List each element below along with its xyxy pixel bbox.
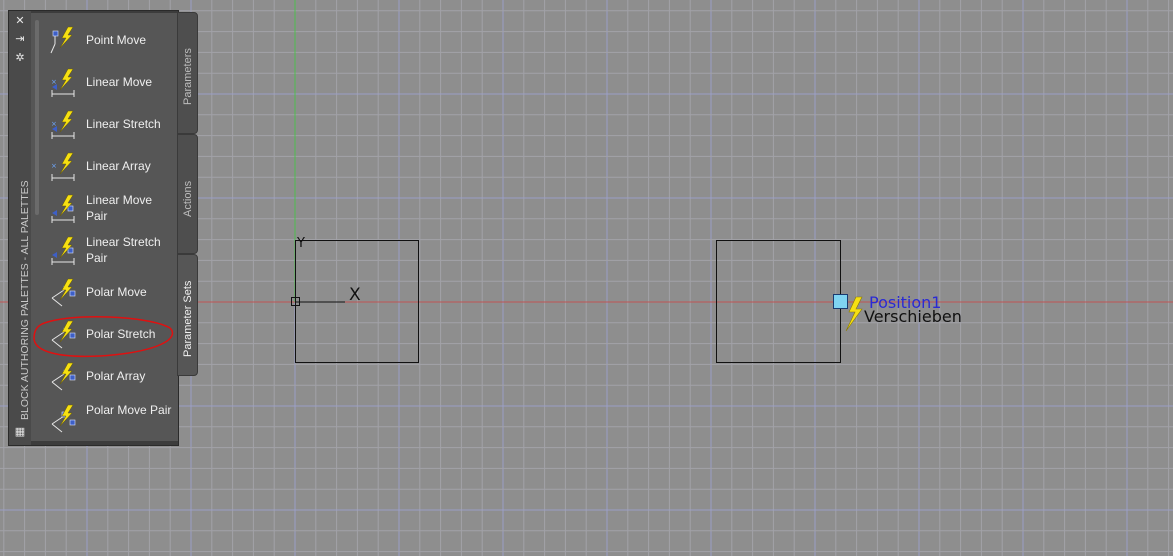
palette-item-label: Linear Move Pair <box>86 193 153 223</box>
ucs-y-label: Y <box>296 236 305 251</box>
polar-move-icon: × <box>51 278 76 307</box>
palette-item-label: Linear Stretch Pair <box>86 235 161 265</box>
palette-title: BLOCK AUTHORING PALETTES - ALL PALETTES <box>19 180 31 420</box>
palette-item-polar-array[interactable]: × Polar Array <box>40 356 175 396</box>
palette-item-linear-move[interactable]: × Linear Move <box>40 62 175 102</box>
palette-item-polar-move[interactable]: × Polar Move <box>40 272 175 312</box>
linear-move-icon: × <box>51 68 75 97</box>
linear-stretch-icon: × <box>51 110 75 139</box>
palette-item-point-move[interactable]: Point Move <box>40 20 175 60</box>
tab-parameter-sets[interactable]: Parameter Sets <box>177 254 198 376</box>
action-label[interactable]: Verschieben <box>864 307 962 326</box>
tab-actions[interactable]: Actions <box>177 134 198 254</box>
autohide-icon[interactable]: ⇥ <box>13 33 27 45</box>
palette-item-label: Polar Move Pair <box>86 403 172 417</box>
palette-item-linear-stretch-pair[interactable]: Linear Stretch Pair <box>40 230 175 270</box>
palette-item-label: Polar Move <box>86 285 147 299</box>
svg-text:×: × <box>51 162 57 170</box>
palette-item-linear-array[interactable]: × Linear Array <box>40 146 175 186</box>
palette-item-label: Point Move <box>86 33 147 47</box>
palette-item-linear-move-pair[interactable]: Linear Move Pair <box>40 188 175 228</box>
highlight-ring <box>33 316 174 358</box>
close-icon[interactable]: ✕ <box>13 15 27 27</box>
palette-scrollbar[interactable] <box>35 20 39 215</box>
linear-move-pair-icon <box>51 194 75 223</box>
point-parameter-grip[interactable] <box>833 294 848 309</box>
tab-parameters[interactable]: Parameters <box>177 12 198 134</box>
polar-array-icon: × <box>51 362 76 391</box>
palette-item-label: Linear Array <box>86 159 151 173</box>
linear-array-icon: × <box>51 152 75 181</box>
polar-move-pair-icon <box>51 404 76 433</box>
palette-item-label: Linear Move <box>86 75 153 89</box>
linear-stretch-pair-icon <box>51 236 75 265</box>
ucs-x-label: X <box>349 285 361 305</box>
palette-item-polar-move-pair[interactable]: Polar Move Pair <box>40 398 175 438</box>
point-move-icon <box>50 26 74 54</box>
palette-item-label: Linear Stretch <box>86 117 161 131</box>
palette-item-linear-stretch[interactable]: × Linear Stretch <box>40 104 175 144</box>
palette-menu-icon[interactable]: ▦ <box>13 426 27 438</box>
palette-item-label: Polar Array <box>86 369 146 383</box>
properties-icon[interactable]: ✲ <box>13 52 27 64</box>
